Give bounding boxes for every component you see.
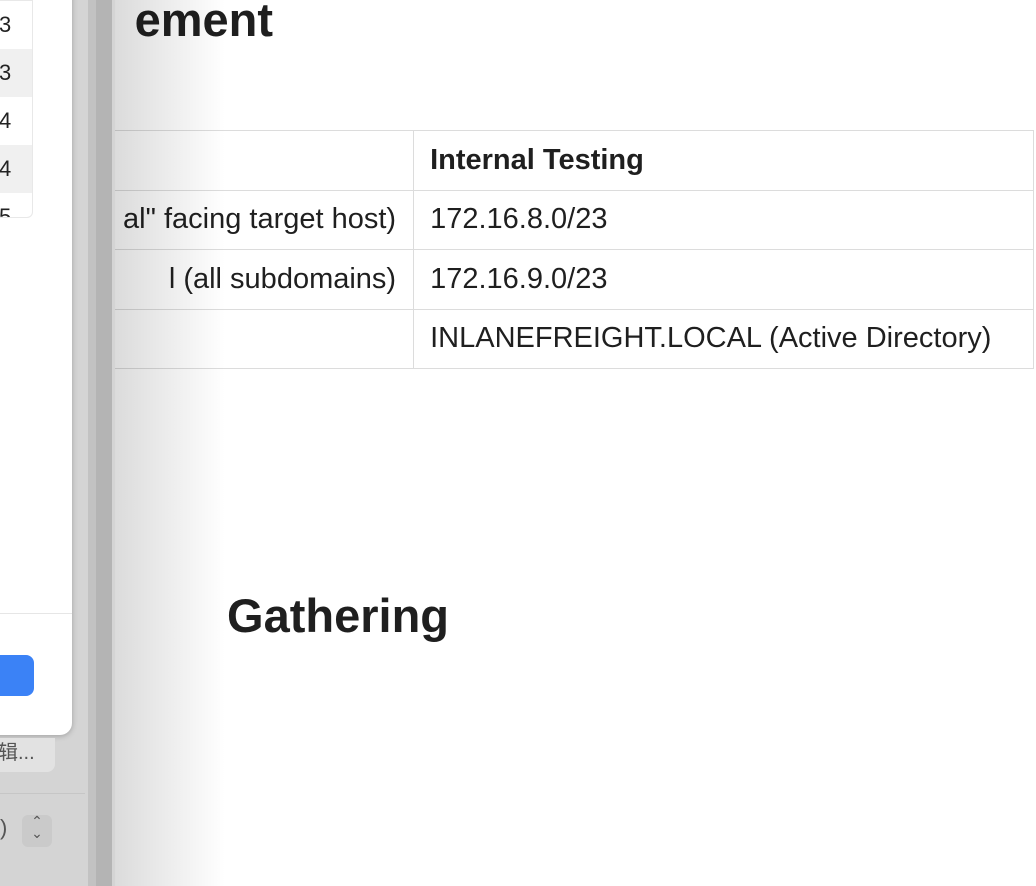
table-cell: INLANEFREIGHT.LOCAL (Active Directory) (413, 308, 1034, 369)
confirm-button[interactable] (0, 655, 34, 696)
document-view: ement Internal Testing al" facing target… (115, 0, 1036, 886)
item-list: 3 3 4 4 5 (0, 0, 33, 218)
window-edge (88, 0, 96, 886)
dialog-sheet: 3 3 4 4 5 (0, 0, 72, 735)
list-item[interactable]: 4 (0, 145, 32, 193)
table-header-cell: Internal Testing (413, 130, 1034, 191)
table-cell: l (all subdomains) (115, 249, 415, 310)
list-item[interactable]: 5 (0, 193, 32, 217)
value-text: ) (0, 815, 8, 840)
table-row: INLANEFREIGHT.LOCAL (Active Directory) (115, 308, 1034, 369)
table-cell (115, 308, 415, 369)
scope-table: Internal Testing al" facing target host)… (115, 130, 1034, 369)
divider (0, 793, 85, 794)
list-item[interactable]: 3 (0, 49, 32, 97)
window-edge (96, 0, 112, 886)
section-heading: ement (134, 0, 273, 46)
table-header-cell (115, 130, 415, 191)
table-header-row: Internal Testing (115, 130, 1034, 191)
section-heading: Gathering (227, 589, 449, 642)
edit-button[interactable]: 辑... (0, 738, 55, 772)
table-row: al" facing target host) 172.16.8.0/23 (115, 189, 1034, 250)
table-row: l (all subdomains) 172.16.9.0/23 (115, 249, 1034, 310)
list-item[interactable]: 3 (0, 1, 32, 49)
divider (0, 613, 72, 614)
table-cell: 172.16.9.0/23 (413, 249, 1034, 310)
table-cell: al" facing target host) (115, 189, 415, 250)
table-cell: 172.16.8.0/23 (413, 189, 1034, 250)
list-item[interactable]: 4 (0, 97, 32, 145)
up-down-chevron-icon[interactable]: ⌃ ⌄ (22, 814, 52, 847)
